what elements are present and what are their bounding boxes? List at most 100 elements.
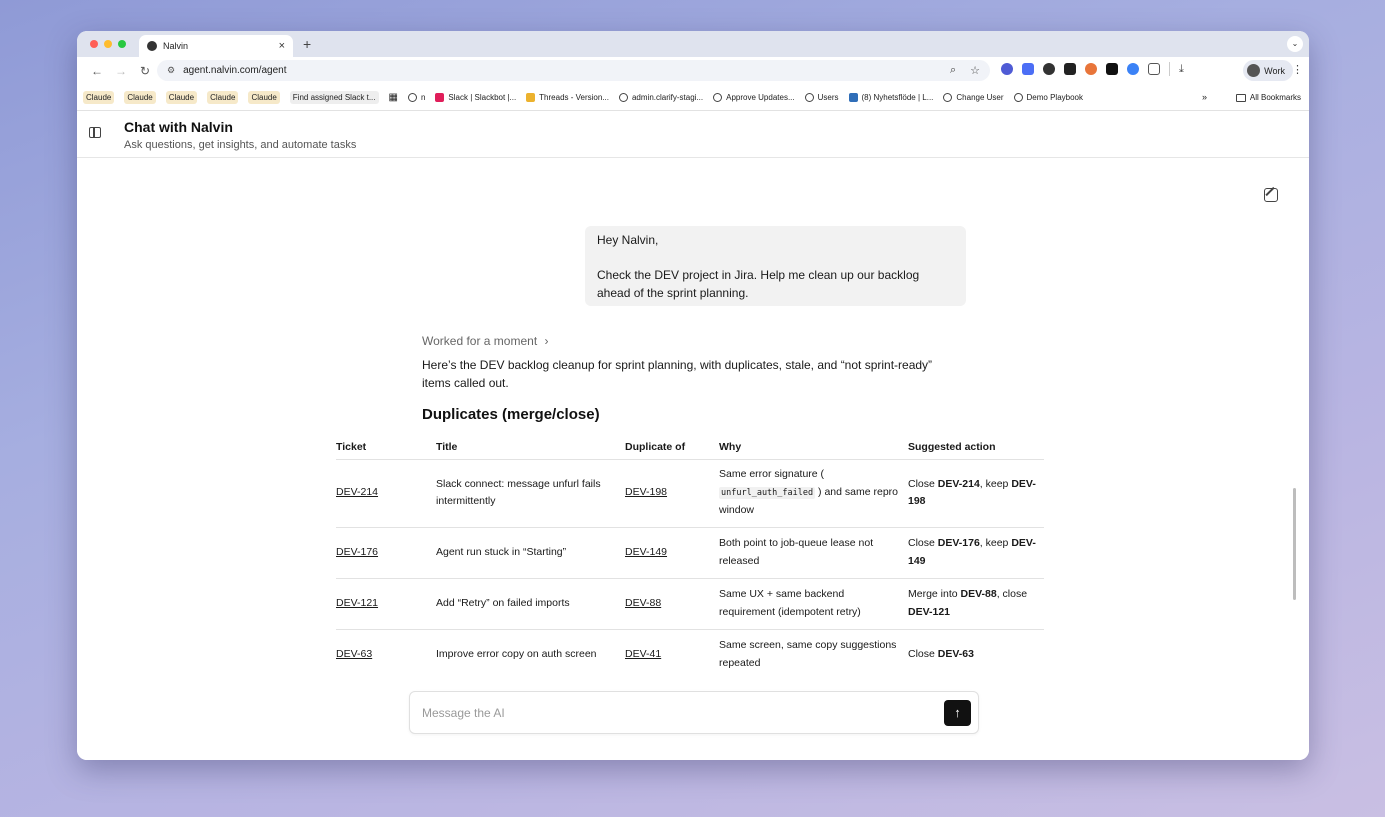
profile-button[interactable]: Work	[1243, 60, 1293, 81]
bookmark-label: n	[420, 92, 426, 102]
bookmark-claude-3[interactable]: Claude	[165, 90, 198, 104]
page-subtitle: Ask questions, get insights, and automat…	[124, 139, 357, 151]
extension-notion-icon[interactable]	[1064, 63, 1076, 75]
bookmark-label: Slack | Slackbot |...	[448, 92, 517, 102]
bookmark-find-slack[interactable]: Find assigned Slack t...	[289, 90, 379, 104]
ticket-link[interactable]: DEV-121	[336, 578, 436, 630]
slack-icon	[526, 92, 536, 102]
more-menu-icon[interactable]: ⋮	[1292, 63, 1303, 76]
ticket-link[interactable]: DEV-176	[336, 527, 436, 579]
bookmark-star-icon[interactable]: ☆	[970, 64, 980, 77]
ticket-link[interactable]: DEV-214	[336, 459, 436, 528]
minimize-window-button[interactable]	[104, 40, 112, 48]
extension-nalvin-icon[interactable]	[1043, 63, 1055, 75]
all-bookmarks-label: All Bookmarks	[1249, 93, 1301, 102]
all-bookmarks-button[interactable]: All Bookmarks	[1235, 93, 1301, 102]
duplicate-link[interactable]: DEV-198	[625, 459, 719, 528]
bookmark-linkedin[interactable]: (8) Nyhetsflöde | L...	[848, 92, 934, 102]
bookmarks-overflow-icon[interactable]: »	[1202, 92, 1207, 102]
extension-claude-icon[interactable]	[1085, 63, 1097, 75]
tab-title: Nalvin	[163, 41, 189, 51]
extension-1password-icon[interactable]	[1127, 63, 1139, 75]
bookmark-threads[interactable]: Threads - Version...	[526, 92, 609, 102]
send-arrow-icon[interactable]: ↑	[944, 700, 971, 726]
bookmark-approve-updates[interactable]: Approve Updates...	[713, 92, 795, 102]
assistant-reply-intro: Here’s the DEV backlog cleanup for sprin…	[422, 358, 933, 390]
bookmark-claude-1[interactable]: Claude	[83, 90, 115, 104]
user-message-line: Hey Nalvin,	[597, 233, 659, 247]
worked-label: Worked for a moment	[422, 334, 538, 348]
bookmark-n[interactable]: n	[407, 92, 426, 102]
action-text: , keep	[979, 477, 1012, 490]
bookmark-demo-playbook[interactable]: Demo Playbook	[1013, 92, 1083, 102]
new-chat-edit-icon[interactable]	[1264, 188, 1278, 202]
ticket-link[interactable]: DEV-63	[336, 629, 436, 680]
page-title: Chat with Nalvin	[124, 119, 233, 135]
message-composer[interactable]: Message the AI ↑	[409, 691, 979, 734]
action-cell: Close DEV-63	[908, 629, 1044, 680]
bookmark-label: Users	[817, 92, 839, 102]
ticket-title: Slack connect: message unfurl fails inte…	[436, 459, 625, 528]
toolbar-divider	[1169, 62, 1170, 76]
bookmark-change-user[interactable]: Change User	[943, 92, 1004, 102]
maximize-window-button[interactable]	[118, 40, 126, 48]
duplicate-link[interactable]: DEV-149	[625, 527, 719, 579]
worked-toggle[interactable]: Worked for a moment ›	[422, 334, 549, 348]
download-icon[interactable]: ⤓	[1179, 63, 1184, 76]
address-bar[interactable]: ⚙ agent.nalvin.com/agent ⌕ ☆	[157, 60, 990, 81]
tab-search-chevron-icon[interactable]: ⌄	[1287, 36, 1303, 52]
extensions-puzzle-icon[interactable]	[1148, 63, 1160, 75]
error-code: unfurl_auth_failed	[719, 486, 816, 499]
action-text: Close	[908, 648, 938, 660]
table-row: DEV-121 Add “Retry” on failed imports DE…	[336, 578, 1044, 630]
bookmark-claude-5[interactable]: Claude	[248, 90, 280, 104]
bookmark-slack[interactable]: Slack | Slackbot |...	[435, 92, 517, 102]
globe-icon	[1013, 92, 1023, 102]
column-header-ticket: Ticket	[336, 436, 436, 460]
tab-nalvin[interactable]: Nalvin ×	[139, 35, 293, 57]
duplicate-link[interactable]: DEV-41	[625, 629, 719, 680]
apps-grid-icon[interactable]: ▦	[389, 92, 398, 103]
globe-icon	[407, 92, 417, 102]
message-input[interactable]: Message the AI	[422, 706, 505, 720]
scrollbar[interactable]	[1293, 488, 1296, 600]
action-text: Close	[908, 477, 938, 490]
bookmark-claude-2[interactable]: Claude	[124, 90, 156, 104]
extension-circle-icon[interactable]	[1001, 63, 1013, 75]
new-tab-button[interactable]: +	[303, 36, 311, 52]
extension-e-icon[interactable]	[1022, 63, 1034, 75]
bookmark-admin-clarify[interactable]: admin.clarify-stagi...	[618, 92, 704, 102]
bookmark-label: (8) Nyhetsflöde | L...	[861, 92, 934, 102]
ticket-title: Agent run stuck in “Starting”	[436, 527, 625, 579]
duplicate-link[interactable]: DEV-88	[625, 578, 719, 630]
column-header-why: Why	[719, 436, 908, 460]
browser-window: Nalvin × + ⌄ ← → ↻ ⚙ agent.nalvin.com/ag…	[77, 31, 1309, 760]
user-message-line: Check the DEV project in Jira. Help me c…	[597, 268, 920, 300]
forward-arrow-icon[interactable]: →	[109, 64, 133, 78]
linkedin-icon	[848, 92, 858, 102]
extension-play-icon[interactable]	[1106, 63, 1118, 75]
reload-icon[interactable]: ↻	[133, 64, 157, 78]
chat-area: Hey Nalvin, Check the DEV project in Jir…	[77, 158, 1309, 760]
bookmark-label: admin.clarify-stagi...	[631, 92, 704, 102]
action-cell: Close DEV-214, keep DEV-198	[908, 459, 1044, 528]
nalvin-favicon-icon	[147, 41, 157, 51]
column-header-title: Title	[436, 436, 625, 460]
close-window-button[interactable]	[90, 40, 98, 48]
sidebar-toggle-icon[interactable]	[89, 127, 101, 138]
profile-label: Work	[1264, 65, 1285, 76]
bookmark-label: Approve Updates...	[726, 92, 795, 102]
back-arrow-icon[interactable]: ←	[85, 64, 109, 78]
site-info-icon[interactable]: ⚙	[167, 65, 175, 76]
action-text: , keep	[979, 537, 1012, 549]
bookmark-users[interactable]: Users	[804, 92, 839, 102]
action-ticket: DEV-176	[937, 537, 980, 549]
column-header-suggested-action: Suggested action	[908, 436, 1044, 460]
action-text: , close	[996, 588, 1028, 600]
table-header-row: Ticket Title Duplicate of Why Suggested …	[336, 436, 1044, 460]
chevron-right-icon: ›	[544, 334, 549, 348]
close-tab-icon[interactable]: ×	[279, 40, 285, 52]
zoom-icon[interactable]: ⌕	[950, 64, 956, 77]
section-heading: Duplicates (merge/close)	[422, 406, 600, 423]
bookmark-claude-4[interactable]: Claude	[207, 90, 239, 104]
